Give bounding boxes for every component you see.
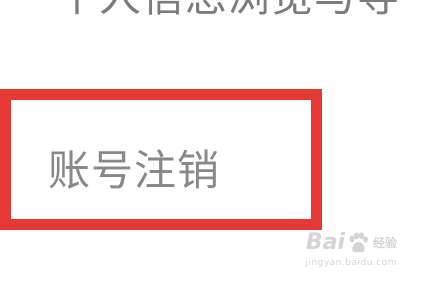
settings-item-account-cancellation[interactable]: 账号注销 [48, 150, 220, 192]
watermark-url: jingyan.baidu.com [305, 258, 397, 268]
watermark-brand-right: 经验 [372, 236, 397, 250]
watermark-brand: Bai 经验 [305, 232, 397, 254]
baidu-jingyan-watermark: Bai 经验 jingyan.baidu.com [305, 232, 397, 269]
baidu-paw-icon [349, 232, 368, 253]
settings-page: 个人信息浏览与导 账号注销 Bai 经验 jingyan.baidu.com [0, 0, 423, 286]
settings-item-personal-info-browse[interactable]: 个人信息浏览与导 [56, 0, 400, 18]
watermark-brand-left: Bai [305, 230, 345, 255]
